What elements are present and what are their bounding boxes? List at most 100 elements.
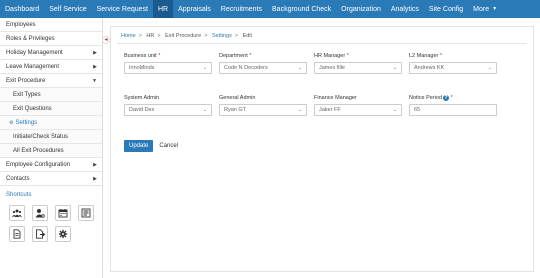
breadcrumb-edit: Edit (242, 33, 253, 39)
breadcrumb-separator: > (234, 33, 239, 39)
finance-manager-select[interactable]: Jaker FF ⌄ (314, 104, 402, 116)
calendar-icon (58, 209, 68, 218)
cancel-button[interactable]: Cancel (159, 143, 178, 149)
question-circle-icon[interactable]: ? (443, 95, 450, 101)
breadcrumb-separator: > (138, 33, 142, 39)
finance-manager-value: Jaker FF (319, 107, 341, 113)
department-field: Department * Code N Decoders ⌄ (219, 52, 307, 74)
breadcrumb-home[interactable]: Home (121, 33, 136, 39)
notice-period-value: 65 (414, 107, 421, 113)
hr-manager-field: HR Manager * James fille ⌄ (314, 52, 402, 74)
sidebar-subitem-all-exit-procedures[interactable]: All Exit Procedures (0, 144, 102, 158)
finance-manager-label: Finance Manager (314, 95, 357, 101)
nav-more[interactable]: More ▼ (468, 0, 502, 18)
caret-right-icon: ▶ (93, 49, 97, 56)
sidebar-item-employee-configuration[interactable]: Employee Configuration ▶ (0, 158, 102, 172)
breadcrumb-exit-procedure: Exit Procedure (165, 33, 202, 39)
chevron-down-icon: ⌄ (487, 65, 492, 71)
sidebar-item-exit-procedure[interactable]: Exit Procedure ▼ (0, 74, 102, 88)
chevron-down-icon: ⌄ (202, 65, 207, 71)
sidebar-collapse-button[interactable]: ◂ (102, 36, 110, 44)
sidebar-subitem-label: Exit Questions (13, 105, 52, 112)
sidebar-item-label: Employee Configuration (6, 161, 71, 168)
chevron-down-icon: ⌄ (392, 65, 397, 71)
shortcuts-panel: Shortcuts (0, 186, 102, 242)
chevron-down-icon: ⌄ (297, 65, 302, 71)
sidebar-item-employees[interactable]: Employees (0, 18, 102, 32)
shortcut-user-settings[interactable] (32, 205, 48, 221)
document-export-icon (36, 229, 45, 239)
sidebar-item-contacts[interactable]: Contacts ▶ (0, 172, 102, 186)
business-unit-field: Business unit * InnoMinds ⌄ (124, 52, 212, 74)
nav-analytics[interactable]: Analytics (386, 0, 424, 18)
shortcut-calendar[interactable] (55, 205, 71, 221)
sidebar-item-label: Leave Management (6, 63, 60, 70)
business-unit-label: Business unit * (124, 53, 161, 59)
l2-manager-label: L2 Manager * (409, 53, 443, 59)
breadcrumb-divider (117, 43, 527, 44)
sidebar-item-label: Employees (6, 21, 36, 28)
breadcrumb-hr: HR (146, 33, 155, 39)
business-unit-select[interactable]: InnoMinds ⌄ (124, 62, 212, 74)
sidebar-item-roles-privileges[interactable]: Roles & Privileges (0, 32, 102, 46)
sidebar-item-holiday-management[interactable]: Holiday Management ▶ (0, 46, 102, 60)
system-admin-field: System Admin David Dex ⌄ (124, 94, 212, 116)
nav-self-service[interactable]: Self Service (44, 0, 91, 18)
general-admin-select[interactable]: Ryan GT ⌄ (219, 104, 307, 116)
nav-background-check[interactable]: Background Check (267, 0, 336, 18)
sidebar-item-leave-management[interactable]: Leave Management ▶ (0, 60, 102, 74)
nav-site-config[interactable]: Site Config (424, 0, 468, 18)
shortcuts-title: Shortcuts (6, 192, 32, 198)
nav-service-request[interactable]: Service Request (92, 0, 153, 18)
main-panel: Home > HR > Exit Procedure > Settings > Edit… (110, 26, 534, 272)
business-unit-value: InnoMinds (129, 65, 155, 71)
caret-right-icon: ▶ (93, 63, 97, 70)
l2-manager-select[interactable]: Andrews KK ⌄ (409, 62, 497, 74)
chevron-down-icon: ⌄ (392, 107, 397, 113)
sidebar-item-label: Holiday Management (6, 49, 63, 56)
form-actions: Update Cancel (124, 140, 178, 152)
general-admin-field: General Admin Ryan GT ⌄ (219, 94, 307, 116)
notice-period-label: Notice Period? * (409, 95, 453, 101)
caret-down-icon: ▼ (92, 77, 97, 84)
sidebar-subitem-label: Settings (15, 119, 38, 126)
nav-recruitments[interactable]: Recruitments (216, 0, 267, 18)
caret-down-icon: ▼ (492, 6, 498, 12)
breadcrumb-settings[interactable]: Settings (212, 33, 232, 39)
sidebar-subitem-exit-types[interactable]: Exit Types (0, 88, 102, 102)
shortcut-employees[interactable] (9, 205, 25, 221)
breadcrumb-separator: > (204, 33, 208, 39)
gear-icon (58, 229, 68, 239)
shortcut-document-export[interactable] (32, 226, 48, 242)
update-button[interactable]: Update (124, 140, 154, 152)
users-group-icon (12, 209, 22, 217)
sidebar-subitem-exit-questions[interactable]: Exit Questions (0, 102, 102, 116)
nav-hr[interactable]: HR (152, 0, 174, 18)
nav-organization[interactable]: Organization (336, 0, 386, 18)
sidebar-item-label: Roles & Privileges (6, 35, 55, 42)
nav-dashboard[interactable]: Dashboard (0, 0, 44, 18)
hr-manager-select[interactable]: James fille ⌄ (314, 62, 402, 74)
notice-period-input[interactable]: 65 (409, 104, 497, 116)
nav-appraisals[interactable]: Appraisals (173, 0, 216, 18)
top-navigation: Dashboard Self Service Service Request H… (0, 0, 540, 18)
sidebar-subitem-settings[interactable]: ⚙ Settings (0, 116, 102, 130)
user-settings-icon (35, 209, 45, 218)
shortcut-settings[interactable] (55, 226, 71, 242)
shortcut-id-card[interactable] (78, 205, 94, 221)
caret-right-icon: ▶ (93, 161, 97, 168)
caret-right-icon: ▶ (93, 175, 97, 182)
chevron-down-icon: ⌄ (297, 107, 302, 113)
shortcut-document[interactable] (9, 226, 25, 242)
chevron-down-icon: ⌄ (202, 107, 207, 113)
sidebar-subitem-label: Exit Types (13, 91, 41, 98)
sidebar-item-label: Exit Procedure (6, 77, 46, 84)
system-admin-value: David Dex (129, 107, 155, 113)
breadcrumb-separator: > (157, 33, 161, 39)
finance-manager-field: Finance Manager Jaker FF ⌄ (314, 94, 402, 116)
system-admin-select[interactable]: David Dex ⌄ (124, 104, 212, 116)
sidebar-subitem-initiate-check-status[interactable]: Initiate/Check Status (0, 130, 102, 144)
department-select[interactable]: Code N Decoders ⌄ (219, 62, 307, 74)
general-admin-value: Ryan GT (224, 107, 247, 113)
nav-more-label: More (473, 5, 490, 13)
